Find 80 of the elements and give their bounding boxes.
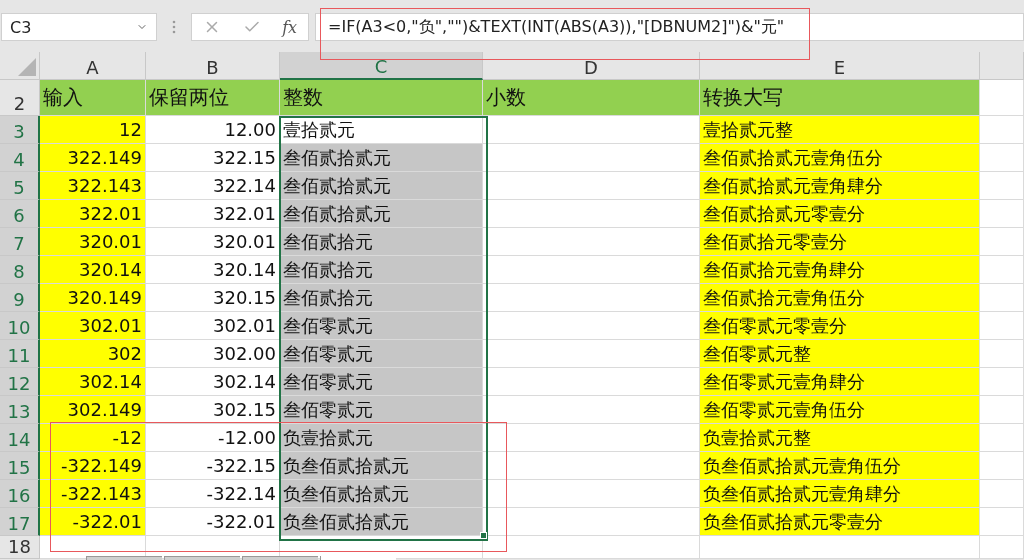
header-cell: 整数 xyxy=(280,80,483,116)
table-cell: 320.149 xyxy=(40,284,146,312)
table-cell: -322.01 xyxy=(40,508,146,536)
row-header[interactable]: 14 xyxy=(0,424,40,452)
row-header[interactable]: 6 xyxy=(0,200,40,228)
table-cell: 壹拾贰元 xyxy=(280,116,483,144)
name-box[interactable]: C3 xyxy=(1,13,157,41)
table-cell: 叁佰贰拾贰元 xyxy=(280,172,483,200)
column-header[interactable]: B xyxy=(146,52,280,80)
row-header[interactable]: 4 xyxy=(0,144,40,172)
table-cell: 负叁佰贰拾贰元零壹分 xyxy=(700,508,980,536)
header-cell: 转换大写 xyxy=(700,80,980,116)
table-cell: 负叁佰贰拾贰元 xyxy=(280,508,483,536)
table-cell: 叁佰零贰元壹角肆分 xyxy=(700,368,980,396)
row-header[interactable]: 18 xyxy=(0,536,40,559)
table-cell: 负叁佰贰拾贰元壹角肆分 xyxy=(700,480,980,508)
row-header[interactable]: 3 xyxy=(0,116,40,144)
table-cell: 302.01 xyxy=(40,312,146,340)
table-cell: 负叁佰贰拾贰元壹角伍分 xyxy=(700,452,980,480)
grip-icon xyxy=(172,19,176,35)
table-cell: 12 xyxy=(40,116,146,144)
table-cell: 叁佰贰拾元 xyxy=(280,256,483,284)
select-all-corner[interactable] xyxy=(0,52,40,80)
table-cell: -322.143 xyxy=(40,480,146,508)
table-cell: 叁佰贰拾元壹角肆分 xyxy=(700,256,980,284)
row-header[interactable]: 16 xyxy=(0,480,40,508)
table-cell: 叁佰贰拾贰元壹角肆分 xyxy=(700,172,980,200)
table-cell: 负壹拾贰元 xyxy=(280,424,483,452)
header-cell: 保留两位 xyxy=(146,80,280,116)
table-cell: 322.01 xyxy=(40,200,146,228)
row-header[interactable]: 9 xyxy=(0,284,40,312)
column-header[interactable]: A xyxy=(40,52,146,80)
table-cell: 叁佰零贰元整 xyxy=(700,340,980,368)
column-header[interactable] xyxy=(980,52,1024,80)
column-header[interactable]: E xyxy=(700,52,980,80)
formula-field[interactable]: =IF(A3<0,"负","")&TEXT(INT(ABS(A3)),"[DBNUM2]")&"元" xyxy=(315,13,1024,41)
table-cell: 302 xyxy=(40,340,146,368)
table-cell: 叁佰贰拾贰元零壹分 xyxy=(700,200,980,228)
triangle-icon xyxy=(18,58,36,76)
column-header[interactable]: C xyxy=(280,52,483,80)
row-header[interactable]: 13 xyxy=(0,396,40,424)
table-cell: 320.14 xyxy=(40,256,146,284)
table-cell: 320.01 xyxy=(40,228,146,256)
table-cell: 叁佰贰拾元 xyxy=(280,228,483,256)
table-cell: 负叁佰贰拾贰元 xyxy=(280,452,483,480)
fill-handle[interactable] xyxy=(480,532,487,539)
table-cell: 叁佰零贰元 xyxy=(280,368,483,396)
table-cell: -12 xyxy=(40,424,146,452)
row-header[interactable]: 15 xyxy=(0,452,40,480)
table-cell: 叁佰贰拾贰元壹角伍分 xyxy=(700,144,980,172)
table-cell: 302.14 xyxy=(40,368,146,396)
insert-function-button[interactable]: fx xyxy=(282,17,298,37)
table-cell: 叁佰零贰元零壹分 xyxy=(700,312,980,340)
row-header[interactable]: 12 xyxy=(0,368,40,396)
table-cell: 负叁佰贰拾贰元 xyxy=(280,480,483,508)
table-cell: -322.149 xyxy=(40,452,146,480)
row-header[interactable]: 8 xyxy=(0,256,40,284)
header-cell: 小数 xyxy=(483,80,700,116)
table-cell: 322.143 xyxy=(40,172,146,200)
table-cell: 302.149 xyxy=(40,396,146,424)
table-cell: 叁佰零贰元壹角伍分 xyxy=(700,396,980,424)
table-cell: 322.149 xyxy=(40,144,146,172)
table-cell: 叁佰贰拾贰元 xyxy=(280,144,483,172)
table-cell: 叁佰贰拾贰元 xyxy=(280,200,483,228)
table-cell: 壹拾贰元整 xyxy=(700,116,980,144)
table-cell: 叁佰零贰元 xyxy=(280,312,483,340)
row-header[interactable]: 5 xyxy=(0,172,40,200)
table-cell: 叁佰零贰元 xyxy=(280,340,483,368)
table-cell: 叁佰贰拾元壹角伍分 xyxy=(700,284,980,312)
table-cell: 叁佰零贰元 xyxy=(280,396,483,424)
header-cell: 输入 xyxy=(40,80,146,116)
table-cell: 负壹拾贰元整 xyxy=(700,424,980,452)
row-header[interactable]: 7 xyxy=(0,228,40,256)
row-header[interactable]: 17 xyxy=(0,508,40,536)
row-header[interactable]: 11 xyxy=(0,340,40,368)
column-header[interactable]: D xyxy=(483,52,700,80)
table-cell: 叁佰贰拾元 xyxy=(280,284,483,312)
row-header[interactable]: 10 xyxy=(0,312,40,340)
table-cell: 叁佰贰拾元零壹分 xyxy=(700,228,980,256)
row-header[interactable]: 2 xyxy=(0,80,40,116)
